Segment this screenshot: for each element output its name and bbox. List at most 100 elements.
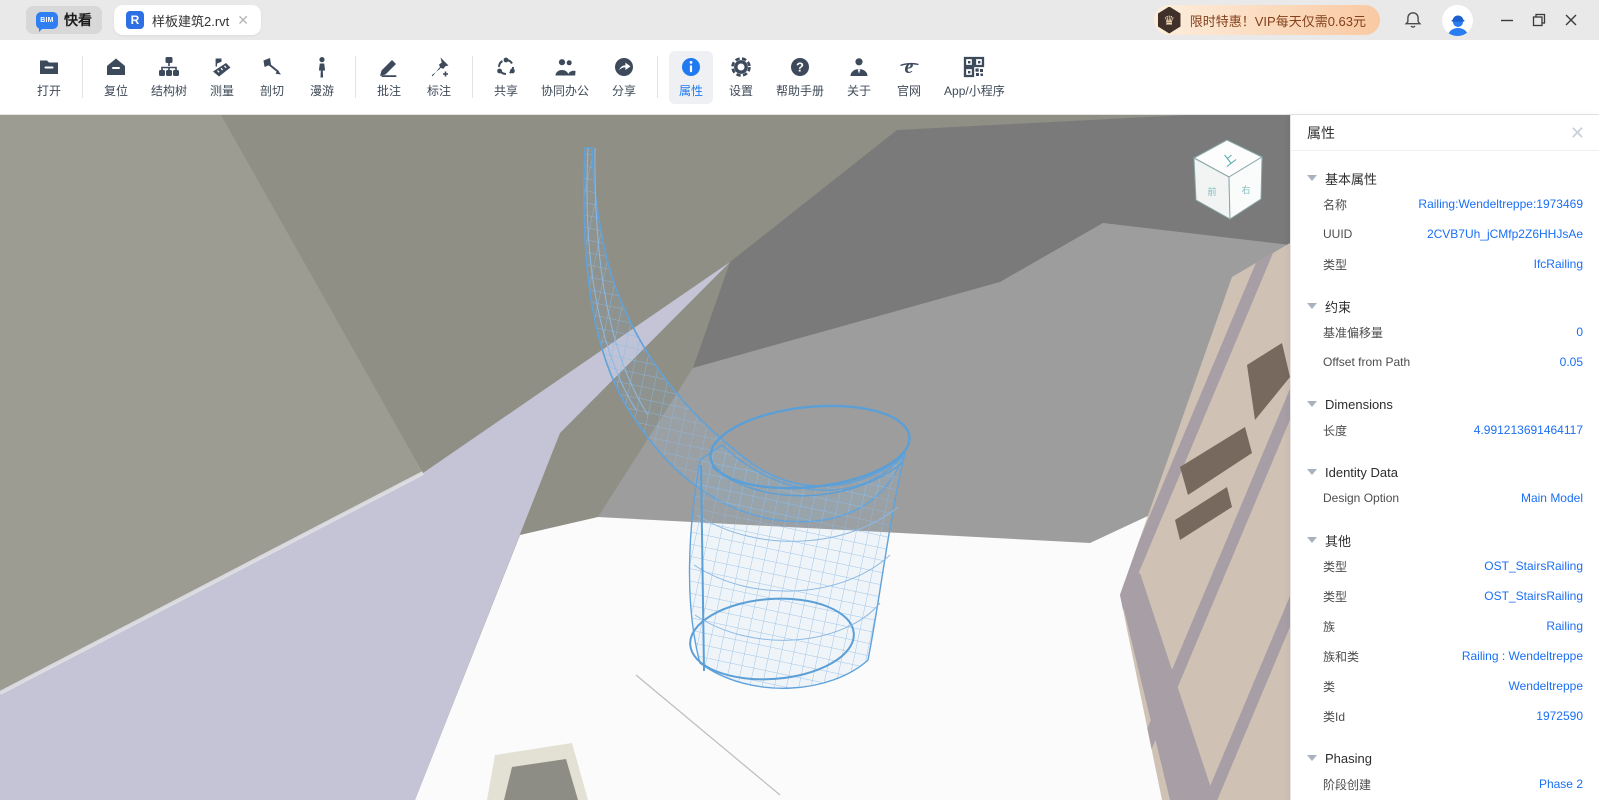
property-label: Design Option	[1323, 491, 1399, 505]
property-row: Design Option Main Model	[1291, 483, 1599, 513]
pen-icon	[378, 56, 400, 78]
3d-viewport[interactable]: 上 前 右	[0, 115, 1290, 800]
toolbar-item-label: 测量	[210, 82, 234, 99]
app-name: 快看	[64, 10, 92, 30]
section-header[interactable]: 其他	[1291, 529, 1599, 551]
vip-crown-icon: ♛	[1157, 7, 1182, 34]
toolbar-item-website[interactable]: e 官网	[887, 51, 931, 104]
toolbar-item-measure[interactable]: 测量	[200, 51, 244, 104]
property-label: 类Id	[1323, 708, 1345, 725]
property-value[interactable]: 4.991213691464117	[1474, 423, 1583, 437]
section-title: 基本属性	[1325, 169, 1377, 188]
section-header[interactable]: Identity Data	[1291, 461, 1599, 483]
toolbar-separator	[657, 56, 658, 98]
toolbar-item-label: 帮助手册	[776, 82, 824, 99]
toolbar-item-share-model[interactable]: 共享	[484, 51, 528, 104]
toolbar-item-label: 批注	[377, 82, 401, 99]
app-logo[interactable]: BIM 快看	[26, 6, 102, 34]
chevron-down-icon	[1307, 175, 1317, 181]
toolbar-item-forward[interactable]: 分享	[602, 51, 646, 104]
toolbar-item-label: 打开	[37, 82, 61, 99]
property-value[interactable]: Railing	[1546, 619, 1583, 633]
chevron-down-icon	[1307, 303, 1317, 309]
property-label: UUID	[1323, 227, 1352, 241]
toolbar-item-help[interactable]: ? 帮助手册	[769, 51, 831, 104]
property-value[interactable]: Main Model	[1521, 491, 1583, 505]
property-value[interactable]: OST_StairsRailing	[1484, 559, 1583, 573]
property-row: 名称 Railing:Wendeltreppe:1973469	[1291, 189, 1599, 219]
toolbar-item-label: 属性	[679, 82, 703, 99]
section-header[interactable]: 约束	[1291, 295, 1599, 317]
pushpin-icon	[428, 56, 450, 78]
property-row: 长度 4.991213691464117	[1291, 415, 1599, 445]
toolbar-item-annotate[interactable]: 批注	[367, 51, 411, 104]
toolbar-item-walkthrough[interactable]: 漫游	[300, 51, 344, 104]
svg-text:e: e	[905, 56, 914, 78]
section-header[interactable]: 基本属性	[1291, 167, 1599, 189]
vip-banner[interactable]: ♛ 限时特惠！VIP每天仅需0.63元	[1154, 5, 1380, 35]
toolbar-item-label-tag[interactable]: 标注	[417, 51, 461, 104]
toolbar-item-collaborate[interactable]: 协同办公	[534, 51, 596, 104]
notification-bell-icon[interactable]	[1402, 9, 1424, 31]
property-label: 长度	[1323, 422, 1347, 439]
toolbar-item-label: 剖切	[260, 82, 284, 99]
toolbar-item-reset[interactable]: 复位	[94, 51, 138, 104]
vip-banner-text: 限时特惠！VIP每天仅需0.63元	[1190, 11, 1366, 30]
property-value[interactable]: Railing:Wendeltreppe:1973469	[1418, 197, 1583, 211]
property-value[interactable]: Phase 2	[1539, 777, 1583, 791]
property-label: 族	[1323, 618, 1335, 635]
panel-title: 属性	[1307, 123, 1335, 143]
toolbar-item-section-cut[interactable]: 剖切	[250, 51, 294, 104]
property-row: 类 Wendeltreppe	[1291, 671, 1599, 701]
question-icon: ?	[789, 56, 811, 78]
panel-section-dimensions: Dimensions 长度 4.991213691464117	[1291, 393, 1599, 445]
property-value[interactable]: OST_StairsRailing	[1484, 589, 1583, 603]
property-label: 类型	[1323, 256, 1347, 273]
property-row: Offset from Path 0.05	[1291, 347, 1599, 377]
property-value[interactable]: IfcRailing	[1534, 257, 1583, 271]
user-avatar[interactable]	[1442, 5, 1473, 36]
view-cube-side-glyph: 前	[1207, 186, 1216, 197]
section-title: Phasing	[1325, 751, 1372, 766]
property-value[interactable]: Wendeltreppe	[1509, 679, 1584, 693]
toolbar-item-open[interactable]: 打开	[27, 51, 71, 104]
main-area: 上 前 右 属性 ✕ 基本属性 名称 Railing:Wendeltreppe:…	[0, 115, 1599, 800]
property-value[interactable]: 0.05	[1560, 355, 1583, 369]
titlebar: BIM 快看 R 样板建筑2.rvt ✕ ♛ 限时特惠！VIP每天仅需0.63元	[0, 0, 1599, 40]
document-tab[interactable]: R 样板建筑2.rvt ✕	[114, 5, 261, 35]
panel-close-icon[interactable]: ✕	[1570, 124, 1585, 142]
section-header[interactable]: Phasing	[1291, 747, 1599, 769]
minimize-button[interactable]	[1493, 6, 1521, 34]
panel-section-other: 其他 类型 OST_StairsRailing 类型 OST_StairsRai…	[1291, 529, 1599, 731]
toolbar-item-about[interactable]: 关于	[837, 51, 881, 104]
section-header[interactable]: Dimensions	[1291, 393, 1599, 415]
property-row: 族和类 Railing : Wendeltreppe	[1291, 641, 1599, 671]
window-controls	[1493, 6, 1585, 34]
toolbar-item-label: 标注	[427, 82, 451, 99]
bim-logo-icon: BIM	[36, 12, 58, 29]
toolbar-item-settings[interactable]: 设置	[719, 51, 763, 104]
property-row: UUID 2CVB7Uh_jCMfp2Z6HHJsAe	[1291, 219, 1599, 249]
property-value[interactable]: 2CVB7Uh_jCMfp2Z6HHJsAe	[1427, 227, 1583, 241]
section-title: 约束	[1325, 297, 1351, 316]
tab-close-icon[interactable]: ✕	[237, 13, 249, 27]
close-button[interactable]	[1557, 6, 1585, 34]
folder-icon	[38, 56, 60, 78]
restore-button[interactable]	[1525, 6, 1553, 34]
property-value[interactable]: 1972590	[1536, 709, 1583, 723]
revit-file-icon: R	[126, 11, 144, 29]
property-label: 基准偏移量	[1323, 324, 1383, 341]
property-row: 阶段创建 Phase 2	[1291, 769, 1599, 799]
toolbar-item-label: 共享	[494, 82, 518, 99]
property-row: 类Id 1972590	[1291, 701, 1599, 731]
toolbar-item-label: 复位	[104, 82, 128, 99]
toolbar-item-label: 官网	[897, 82, 921, 99]
property-value[interactable]: Railing : Wendeltreppe	[1462, 649, 1583, 663]
toolbar-item-properties[interactable]: 属性	[669, 51, 713, 104]
people-icon	[554, 56, 576, 78]
toolbar-item-mini-app[interactable]: App/小程序	[937, 51, 1012, 104]
property-value[interactable]: 0	[1576, 325, 1583, 339]
property-label: 类型	[1323, 588, 1347, 605]
toolbar-item-structure-tree[interactable]: 结构树	[144, 51, 194, 104]
chevron-down-icon	[1307, 537, 1317, 543]
